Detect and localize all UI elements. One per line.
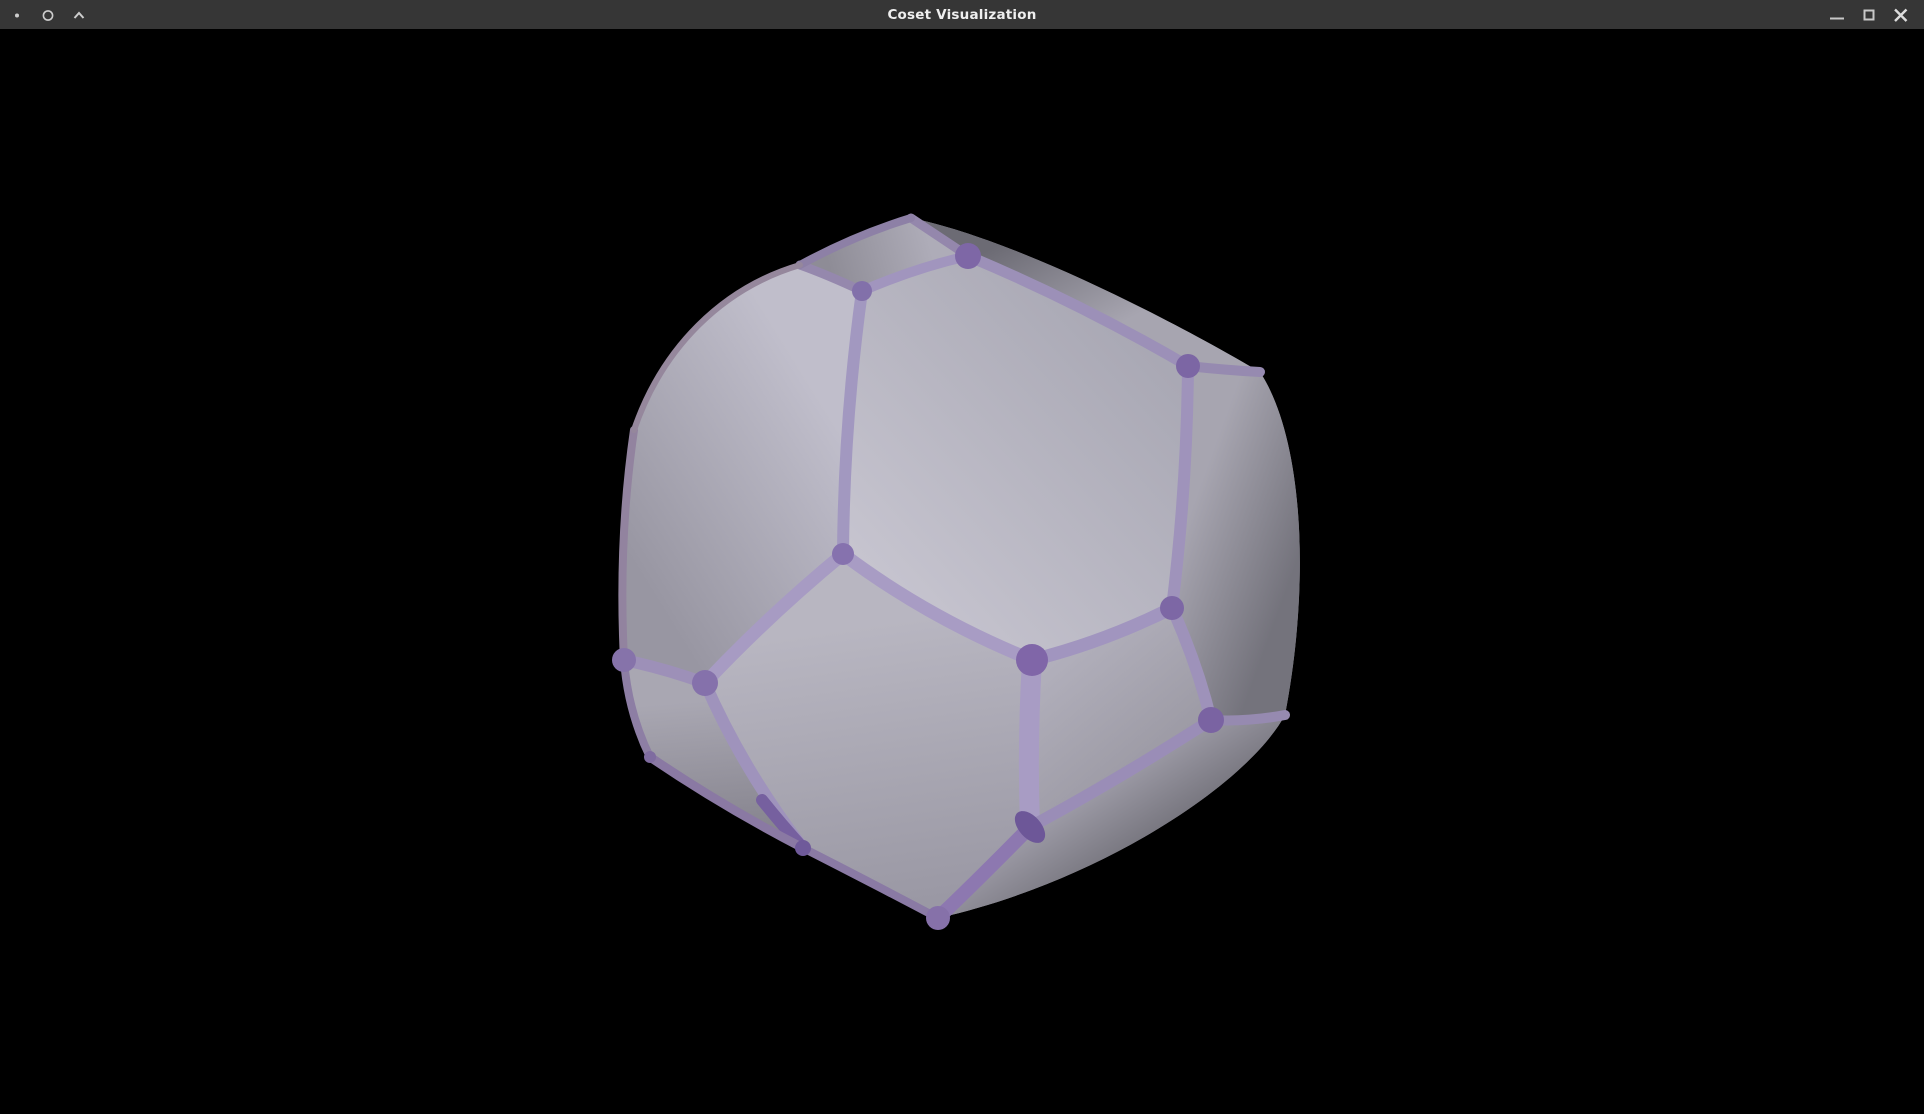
vertex-f [1016,644,1048,676]
dot-icon[interactable] [10,7,24,23]
vertex-a [955,243,981,269]
vertex-c [1176,354,1200,378]
vertex-b [852,281,872,301]
window-title: Coset Visualization [0,0,1924,29]
minimize-button[interactable] [1826,4,1848,26]
vertex-sbl [795,840,811,856]
close-button[interactable] [1890,4,1912,26]
polyhedron-canvas[interactable] [0,29,1924,1114]
maximize-button[interactable] [1858,4,1880,26]
vertex-g [1160,596,1184,620]
chevron-up-icon[interactable] [72,7,86,23]
circle-icon[interactable] [41,7,55,23]
app-window: Coset Visualization [0,0,1924,1114]
titlebar: Coset Visualization [0,0,1924,29]
titlebar-left-icons [0,7,86,23]
vertex-e [692,670,718,696]
vertex-i [926,906,950,930]
vertex-s8 [644,751,656,763]
vertex-h [1198,707,1224,733]
vertex-d [832,543,854,565]
window-controls [1826,4,1924,26]
viewport-3d[interactable] [0,29,1924,1114]
vertex-j [612,648,636,672]
edge-f-k [1029,660,1032,827]
